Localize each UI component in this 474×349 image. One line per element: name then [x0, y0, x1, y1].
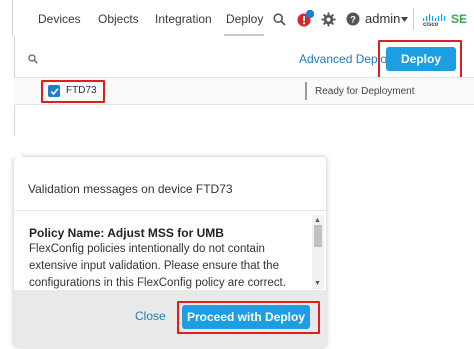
scroll-down-icon[interactable]: ▼	[314, 280, 321, 287]
device-checkbox[interactable]	[48, 85, 60, 97]
help-icon[interactable]: ?	[345, 11, 360, 26]
row-divider	[14, 104, 474, 105]
nav-objects[interactable]: Objects	[98, 12, 139, 26]
nav-integration[interactable]: Integration	[155, 12, 212, 26]
device-name: FTD73	[66, 85, 97, 96]
deploy-alert-icon[interactable]	[296, 9, 316, 29]
nav-separator	[413, 8, 414, 30]
svg-text:?: ?	[350, 14, 356, 25]
chevron-down-icon[interactable]	[400, 15, 408, 23]
notification-count: 1	[307, 5, 312, 12]
message-line: FlexConfig policies intentionally do not…	[29, 243, 265, 255]
policy-name: Policy Name: Adjust MSS for UMB	[29, 226, 224, 240]
panel-search-icon[interactable]	[27, 53, 39, 65]
nav-divider	[12, 0, 13, 36]
close-button[interactable]: Close	[135, 309, 166, 323]
message-line: extensive input validation. Please ensur…	[29, 260, 279, 272]
scrollbar-thumb[interactable]	[314, 225, 322, 247]
top-nav: Devices Objects Integration Deploy 1 ? a…	[0, 0, 474, 36]
checkmark-icon	[50, 87, 58, 95]
dialog-pointer	[10, 147, 22, 157]
status-separator	[305, 82, 307, 100]
search-icon[interactable]	[271, 11, 287, 27]
nav-deploy[interactable]: Deploy	[226, 12, 263, 26]
scroll-up-icon[interactable]: ▲	[314, 217, 321, 224]
dialog-divider	[14, 210, 326, 211]
proceed-with-deploy-button[interactable]: Proceed with Deploy	[182, 305, 310, 329]
message-line: configurations in this FlexConfig policy…	[29, 277, 286, 289]
nav-devices[interactable]: Devices	[38, 12, 81, 26]
dialog-title: Validation messages on device FTD73	[28, 182, 233, 196]
user-menu[interactable]: admin	[365, 11, 400, 26]
deploy-button[interactable]: Deploy	[386, 47, 456, 71]
brand-suffix: SE	[451, 12, 468, 26]
gear-icon[interactable]	[319, 10, 337, 28]
device-status: Ready for Deployment	[315, 86, 415, 97]
cisco-wordmark: cisco	[423, 22, 439, 28]
